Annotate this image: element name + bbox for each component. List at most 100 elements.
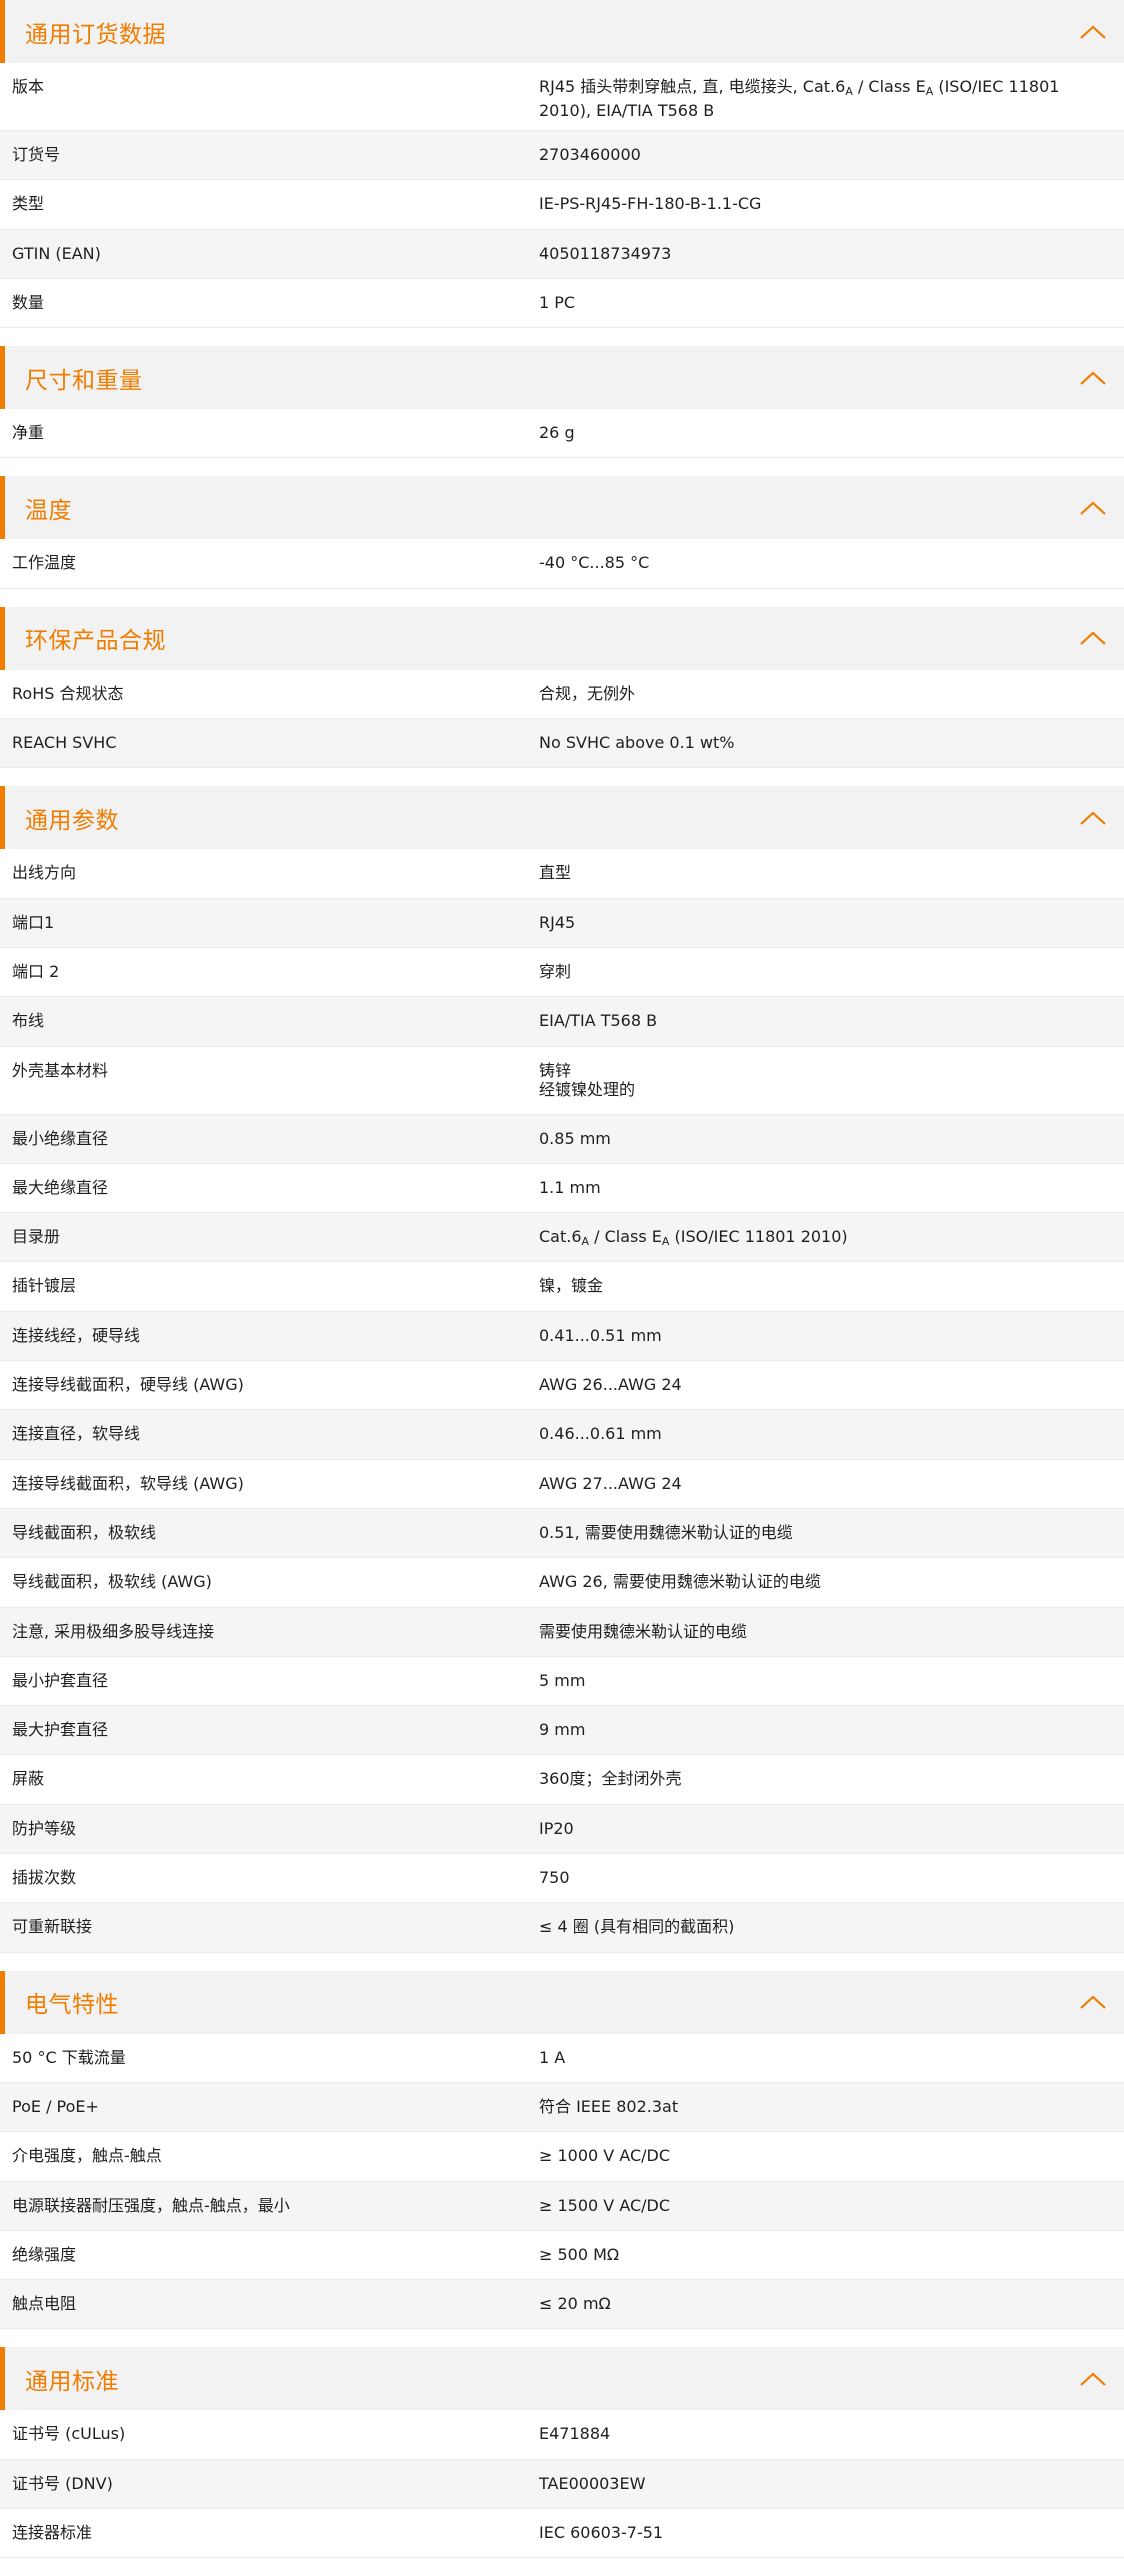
spec-value: No SVHC above 0.1 wt% xyxy=(539,733,735,753)
spec-label: 净重 xyxy=(12,423,45,443)
spec-value: EIA/TIA T568 B xyxy=(539,1011,658,1031)
chevron-up-icon[interactable] xyxy=(1078,629,1108,647)
spec-value: AWG 26...AWG 24 xyxy=(539,1375,682,1395)
spec-label: 介电强度，触点-触点 xyxy=(12,2146,162,2166)
spec-table: 50 °C 下载流量 1 A PoE / PoE+ 符合 IEEE 802.3at 介电… xyxy=(0,2033,1124,2330)
spec-row: 数量 1 PC xyxy=(0,278,1124,329)
section-header-temperature[interactable]: 温度 xyxy=(0,476,1124,540)
spec-label: 导线截面积，极软线 (AWG) xyxy=(12,1572,212,1592)
spec-value: AWG 26, 需要使用魏德米勒认证的电缆 xyxy=(539,1572,821,1592)
section-header-environmental-compliance[interactable]: 环保产品合规 xyxy=(0,606,1124,670)
spec-table: RoHS 合规状态 合规，无例外 REACH SVHC No SVHC above 0… xyxy=(0,669,1124,769)
spec-label: 触点电阻 xyxy=(12,2294,77,2314)
chevron-up-icon[interactable] xyxy=(1078,1993,1108,2011)
spec-table: 版本 RJ45 插头带刺穿触点, 直, 电缆接头, Cat.6A / Class … xyxy=(0,63,1124,329)
spec-label: 最小护套直径 xyxy=(12,1670,109,1690)
spec-row: 连接器标准 IEC 60603-7-51 xyxy=(0,2508,1124,2559)
spec-row: 出线方向 直型 xyxy=(0,849,1124,899)
spec-table: 净重 26 g xyxy=(0,409,1124,459)
spec-label: REACH SVHC xyxy=(12,733,117,753)
section-header-dimensions-weight[interactable]: 尺寸和重量 xyxy=(0,346,1124,410)
spec-value: 铸锌 经镀镍处理的 xyxy=(539,1060,636,1099)
spec-value: 1 PC xyxy=(539,292,576,312)
spec-row: 类型 IE-PS-RJ45-FH-180-B-1.1-CG xyxy=(0,180,1124,230)
spec-value: IE-PS-RJ45-FH-180-B-1.1-CG xyxy=(539,194,762,214)
spec-page: 通用订货数据版本 RJ45 插头带刺穿触点, 直, 电缆接头, Cat.6A / … xyxy=(0,0,1124,2559)
section-general-standards: 通用标准证书号 (cULus) E471884 证书号 (DNV) TAE00003E… xyxy=(0,2347,1124,2559)
section-title: 通用标准 xyxy=(25,2368,119,2395)
spec-row: 插拔次数 750 xyxy=(0,1854,1124,1904)
spec-row: 介电强度，触点-触点 ≥ 1000 V AC/DC xyxy=(0,2132,1124,2182)
spec-label: 端口 2 xyxy=(12,961,60,981)
spec-label: 数量 xyxy=(12,292,45,312)
spec-row: 订货号 2703460000 xyxy=(0,131,1124,181)
spec-label: GTIN (EAN) xyxy=(12,243,101,263)
spec-row: 布线 EIA/TIA T568 B xyxy=(0,997,1124,1047)
spec-row: 目录册 Cat.6A / Class EA (ISO/IEC 11801 2010… xyxy=(0,1213,1124,1263)
spec-label: 最大绝缘直径 xyxy=(12,1177,109,1197)
spec-value: 0.85 mm xyxy=(539,1128,611,1148)
spec-value: IEC 60603-7-51 xyxy=(539,2522,664,2542)
spec-value: 合规，无例外 xyxy=(539,683,636,703)
spec-label: 目录册 xyxy=(12,1227,61,1247)
spec-value: ≥ 500 MΩ xyxy=(539,2244,620,2264)
section-header-electrical-characteristics[interactable]: 电气特性 xyxy=(0,1970,1124,2034)
spec-value: 9 mm xyxy=(539,1720,586,1740)
spec-row: 连接直径，软导线 0.46...0.61 mm xyxy=(0,1410,1124,1460)
spec-row: 插针镀层 镍，镀金 xyxy=(0,1262,1124,1312)
spec-value: 4050118734973 xyxy=(539,243,672,263)
chevron-up-icon[interactable] xyxy=(1078,809,1108,827)
spec-row: 净重 26 g xyxy=(0,409,1124,459)
spec-label: 出线方向 xyxy=(12,863,77,883)
spec-value: 0.46...0.61 mm xyxy=(539,1424,662,1444)
spec-table: 出线方向 直型 端口1 RJ45 端口 2 穿刺 布线 EIA/TIA T568 B 外壳基本材… xyxy=(0,849,1124,1953)
spec-label: 注意, 采用极细多股导线连接 xyxy=(12,1621,215,1641)
spec-value: 镍，镀金 xyxy=(539,1276,604,1296)
spec-label: 最大护套直径 xyxy=(12,1720,109,1740)
spec-value: -40 °C...85 °C xyxy=(539,553,650,573)
spec-row: 注意, 采用极细多股导线连接 需要使用魏德米勒认证的电缆 xyxy=(0,1607,1124,1657)
spec-value: 2703460000 xyxy=(539,145,641,164)
section-temperature: 温度 工作温度 -40 °C...85 °C xyxy=(0,476,1124,589)
spec-value: 直型 xyxy=(539,863,572,883)
section-header-general-ordering[interactable]: 通用订货数据 xyxy=(0,0,1124,63)
spec-row: 版本 RJ45 插头带刺穿触点, 直, 电缆接头, Cat.6A / Class … xyxy=(0,63,1124,131)
spec-value: 需要使用魏德米勒认证的电缆 xyxy=(539,1621,748,1641)
spec-row: 最小绝缘直径 0.85 mm xyxy=(0,1114,1124,1164)
spec-label: 电源联接器耐压强度，触点-触点，最小 xyxy=(12,2195,290,2215)
chevron-up-icon[interactable] xyxy=(1078,499,1108,517)
spec-value: 1 A xyxy=(539,2047,566,2067)
spec-row: 证书号 (DNV) TAE00003EW xyxy=(0,2459,1124,2509)
spec-value: 26 g xyxy=(539,423,575,443)
spec-value: IP20 xyxy=(539,1818,574,1838)
spec-table: 证书号 (cULus) E471884 证书号 (DNV) TAE00003EW 连接器… xyxy=(0,2410,1124,2559)
chevron-up-icon[interactable] xyxy=(1078,369,1108,387)
section-title: 电气特性 xyxy=(25,1992,119,2019)
spec-label: 50 °C 下载流量 xyxy=(12,2047,126,2067)
spec-value: ≤ 4 圈 (具有相同的截面积) xyxy=(539,1917,735,1937)
spec-table: 工作温度 -40 °C...85 °C xyxy=(0,539,1124,589)
chevron-up-icon[interactable] xyxy=(1078,2370,1108,2388)
spec-label: 连接导线截面积，软导线 (AWG) xyxy=(12,1473,244,1493)
spec-label: 连接器标准 xyxy=(12,2522,93,2542)
section-title: 通用订货数据 xyxy=(25,21,166,48)
spec-row: 可重新联接 ≤ 4 圈 (具有相同的截面积) xyxy=(0,1903,1124,1953)
spec-label: 插针镀层 xyxy=(12,1276,77,1296)
spec-label: 屏蔽 xyxy=(12,1769,45,1789)
spec-label: RoHS 合规状态 xyxy=(12,683,124,703)
spec-value: 符合 IEEE 802.3at xyxy=(539,2096,679,2116)
section-general-parameters: 通用参数 出线方向 直型 端口1 RJ45 端口 2 穿刺 布线 EIA/TIA T568 B 外… xyxy=(0,786,1124,1953)
chevron-up-icon[interactable] xyxy=(1078,23,1108,41)
spec-label: 证书号 (DNV) xyxy=(12,2473,113,2493)
spec-row: 最小护套直径 5 mm xyxy=(0,1656,1124,1707)
spec-label: 版本 xyxy=(12,77,45,96)
section-environmental-compliance: 环保产品合规 RoHS 合规状态 合规，无例外 REACH SVHC No SVHC a… xyxy=(0,606,1124,769)
spec-row: 连接线经，硬导线 0.41...0.51 mm xyxy=(0,1311,1124,1362)
section-general-ordering: 通用订货数据版本 RJ45 插头带刺穿触点, 直, 电缆接头, Cat.6A / … xyxy=(0,0,1124,329)
spec-value: ≥ 1500 V AC/DC xyxy=(539,2195,671,2215)
section-header-general-standards[interactable]: 通用标准 xyxy=(0,2347,1124,2411)
spec-label: 外壳基本材料 xyxy=(12,1060,109,1080)
spec-row: 防护等级 IP20 xyxy=(0,1804,1124,1855)
section-header-general-parameters[interactable]: 通用参数 xyxy=(0,786,1124,850)
spec-value: 穿刺 xyxy=(539,961,572,981)
